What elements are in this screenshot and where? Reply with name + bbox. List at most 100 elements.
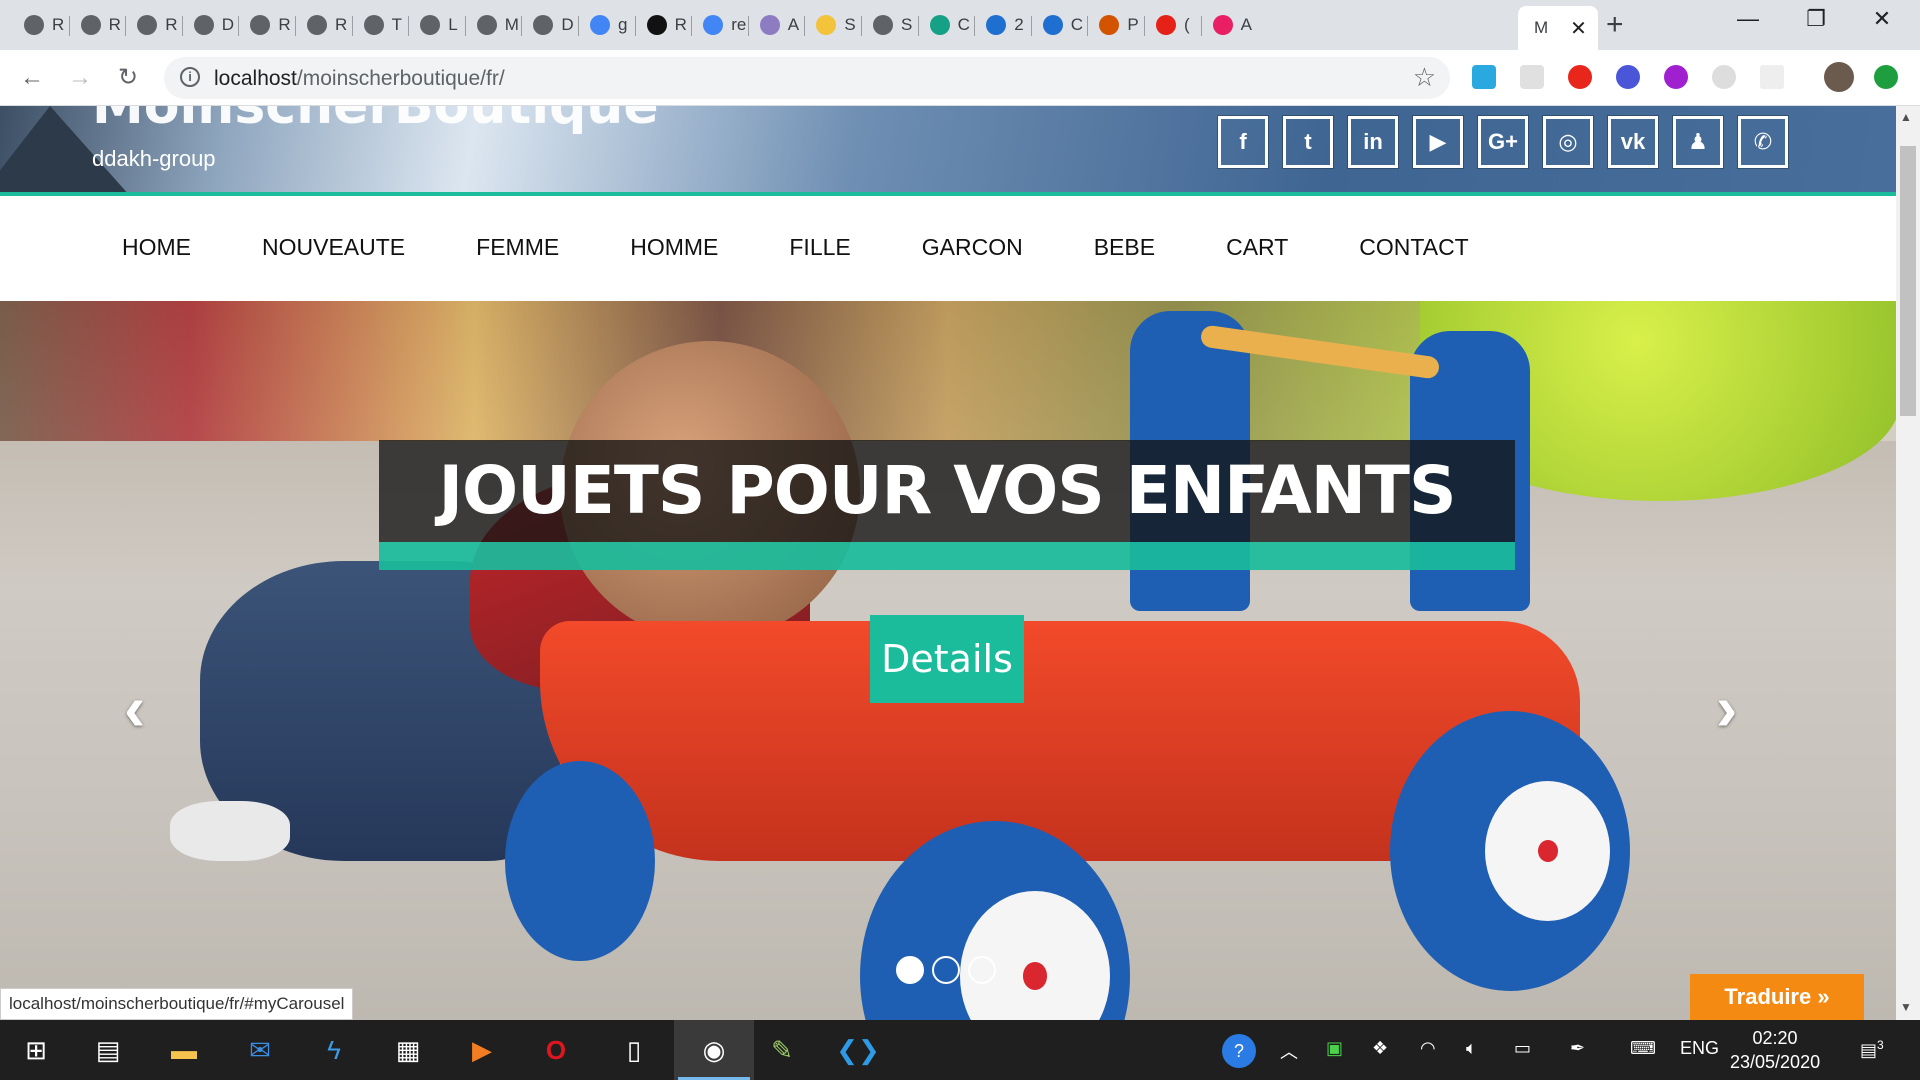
- carousel-indicator-dot[interactable]: [932, 956, 960, 984]
- browser-tab[interactable]: R: [295, 8, 352, 42]
- browser-tab[interactable]: D: [181, 8, 239, 42]
- touch-keyboard-icon[interactable]: ⌨: [1630, 1038, 1656, 1059]
- close-icon[interactable]: ✕: [1570, 16, 1587, 41]
- tab-active[interactable]: M ✕: [1518, 6, 1598, 50]
- details-button[interactable]: Details: [870, 615, 1024, 703]
- nav-item-homme[interactable]: HOMME: [630, 234, 718, 261]
- browser-tab[interactable]: M: [464, 8, 522, 42]
- file-explorer-icon[interactable]: ▬: [164, 1030, 204, 1070]
- profile-avatar[interactable]: [1824, 62, 1854, 92]
- twitter-icon[interactable]: t: [1283, 116, 1333, 168]
- browser-tab[interactable]: S: [804, 8, 861, 42]
- scroll-thumb[interactable]: [1900, 146, 1916, 416]
- adblock-extension-icon[interactable]: [1568, 65, 1592, 89]
- opera-icon[interactable]: O: [536, 1030, 576, 1070]
- pocket-extension-icon[interactable]: [1520, 65, 1544, 89]
- nav-item-contact[interactable]: CONTACT: [1359, 234, 1468, 261]
- browser-tab[interactable]: R: [238, 8, 295, 42]
- browser-tab-label: S: [901, 15, 913, 34]
- nav-item-bebe[interactable]: BEBE: [1094, 234, 1155, 261]
- browser-tab[interactable]: T: [351, 8, 409, 42]
- browser-tab[interactable]: R: [12, 8, 69, 42]
- carousel-indicator-dot[interactable]: [896, 956, 924, 984]
- browser-tab[interactable]: R: [68, 8, 126, 42]
- nav-item-cart[interactable]: CART: [1226, 234, 1288, 261]
- grid-extension-icon[interactable]: [1760, 65, 1784, 89]
- wifi-icon[interactable]: ◠: [1420, 1038, 1436, 1059]
- snapchat-icon[interactable]: ♟: [1673, 116, 1723, 168]
- browser-tab[interactable]: A: [1200, 8, 1258, 42]
- forward-arrow-icon[interactable]: →: [64, 62, 96, 94]
- task-view-icon[interactable]: ▤: [88, 1030, 128, 1070]
- pen-icon[interactable]: ✒: [1570, 1038, 1585, 1059]
- window-close-icon[interactable]: ✕: [1862, 6, 1902, 32]
- nav-item-fille[interactable]: FILLE: [789, 234, 850, 261]
- browser-tab[interactable]: P: [1087, 8, 1144, 42]
- volume-icon[interactable]: 🔈︎: [1466, 1038, 1477, 1059]
- translate-extension-icon[interactable]: [1472, 65, 1496, 89]
- browser-tab[interactable]: D: [521, 8, 578, 42]
- new-tab-button[interactable]: +: [1606, 8, 1624, 42]
- browser-tab[interactable]: S: [861, 8, 918, 42]
- restore-icon[interactable]: ❐: [1796, 6, 1836, 32]
- browser-tab[interactable]: C: [917, 8, 975, 42]
- globe-icon: [193, 15, 214, 35]
- document-icon[interactable]: ▯: [614, 1030, 654, 1070]
- browser-tab[interactable]: C: [1030, 8, 1088, 42]
- vscode-icon[interactable]: ❮❯: [836, 1030, 880, 1070]
- update-icon[interactable]: [1874, 65, 1898, 89]
- scroll-down-icon[interactable]: ▼: [1900, 1000, 1912, 1014]
- purple-extension-icon[interactable]: [1664, 65, 1688, 89]
- vk-icon[interactable]: vk: [1608, 116, 1658, 168]
- notepad-icon[interactable]: ✎: [762, 1030, 802, 1070]
- address-bar[interactable]: i localhost/moinscherboutique/fr/ ☆: [164, 57, 1450, 99]
- eye-extension-icon[interactable]: [1712, 65, 1736, 89]
- battery-icon[interactable]: ▭: [1514, 1038, 1531, 1059]
- facebook-icon[interactable]: f: [1218, 116, 1268, 168]
- linkedin-icon[interactable]: in: [1348, 116, 1398, 168]
- green-tray-icon[interactable]: ▣: [1326, 1038, 1343, 1059]
- visual-studio-icon[interactable]: ϟ: [314, 1030, 354, 1070]
- info-icon[interactable]: i: [180, 67, 200, 87]
- help-icon[interactable]: ?: [1222, 1034, 1256, 1068]
- carousel-prev-icon[interactable]: ‹: [124, 671, 145, 745]
- carousel-indicator-dot[interactable]: [968, 956, 996, 984]
- check-extension-icon[interactable]: [1616, 65, 1640, 89]
- reload-icon[interactable]: ↻: [112, 62, 144, 94]
- scroll-up-icon[interactable]: ▲: [1900, 110, 1912, 124]
- language-indicator[interactable]: ENG: [1680, 1038, 1719, 1059]
- address-url[interactable]: localhost/moinscherboutique/fr/: [214, 67, 505, 91]
- youtube-icon[interactable]: ▶: [1413, 116, 1463, 168]
- system-clock[interactable]: 02:20 23/05/2020: [1730, 1026, 1820, 1074]
- whatsapp-icon[interactable]: ✆: [1738, 116, 1788, 168]
- mail-icon[interactable]: ✉: [240, 1030, 280, 1070]
- bookmark-star-icon[interactable]: ☆: [1413, 62, 1436, 93]
- browser-tab[interactable]: g: [578, 8, 635, 42]
- browser-tab[interactable]: R: [634, 8, 692, 42]
- carousel-next-icon[interactable]: ›: [1716, 671, 1737, 745]
- browser-tab[interactable]: R: [125, 8, 182, 42]
- page-scrollbar[interactable]: ▲ ▼: [1896, 106, 1920, 1020]
- browser-tab[interactable]: 2: [974, 8, 1031, 42]
- browser-tab[interactable]: re: [691, 8, 748, 42]
- show-hidden-icons-icon[interactable]: ︿: [1280, 1038, 1298, 1064]
- instagram-icon[interactable]: ◎: [1543, 116, 1593, 168]
- media-player-icon[interactable]: ▶: [462, 1030, 502, 1070]
- windows-start-icon[interactable]: ⊞: [16, 1030, 56, 1070]
- browser-tab[interactable]: (: [1144, 8, 1201, 42]
- nav-item-femme[interactable]: FEMME: [476, 234, 559, 261]
- back-arrow-icon[interactable]: ←: [16, 62, 48, 94]
- action-center-icon[interactable]: ▤3: [1860, 1038, 1884, 1061]
- translate-button[interactable]: Traduire »: [1690, 974, 1864, 1020]
- nav-item-home[interactable]: HOME: [122, 234, 191, 261]
- google-plus-icon[interactable]: G+: [1478, 116, 1528, 168]
- browser-tab[interactable]: A: [747, 8, 805, 42]
- minimize-icon[interactable]: —: [1728, 6, 1768, 32]
- store-icon[interactable]: ▦: [388, 1030, 428, 1070]
- chrome-taskbar-icon[interactable]: ◉: [674, 1020, 754, 1080]
- nav-item-nouveaute[interactable]: NOUVEAUTE: [262, 234, 405, 261]
- site-title[interactable]: MoinscherBoutique: [92, 106, 659, 136]
- nav-item-garcon[interactable]: GARCON: [922, 234, 1023, 261]
- dropbox-icon[interactable]: ❖: [1372, 1038, 1388, 1059]
- browser-tab[interactable]: L: [408, 8, 465, 42]
